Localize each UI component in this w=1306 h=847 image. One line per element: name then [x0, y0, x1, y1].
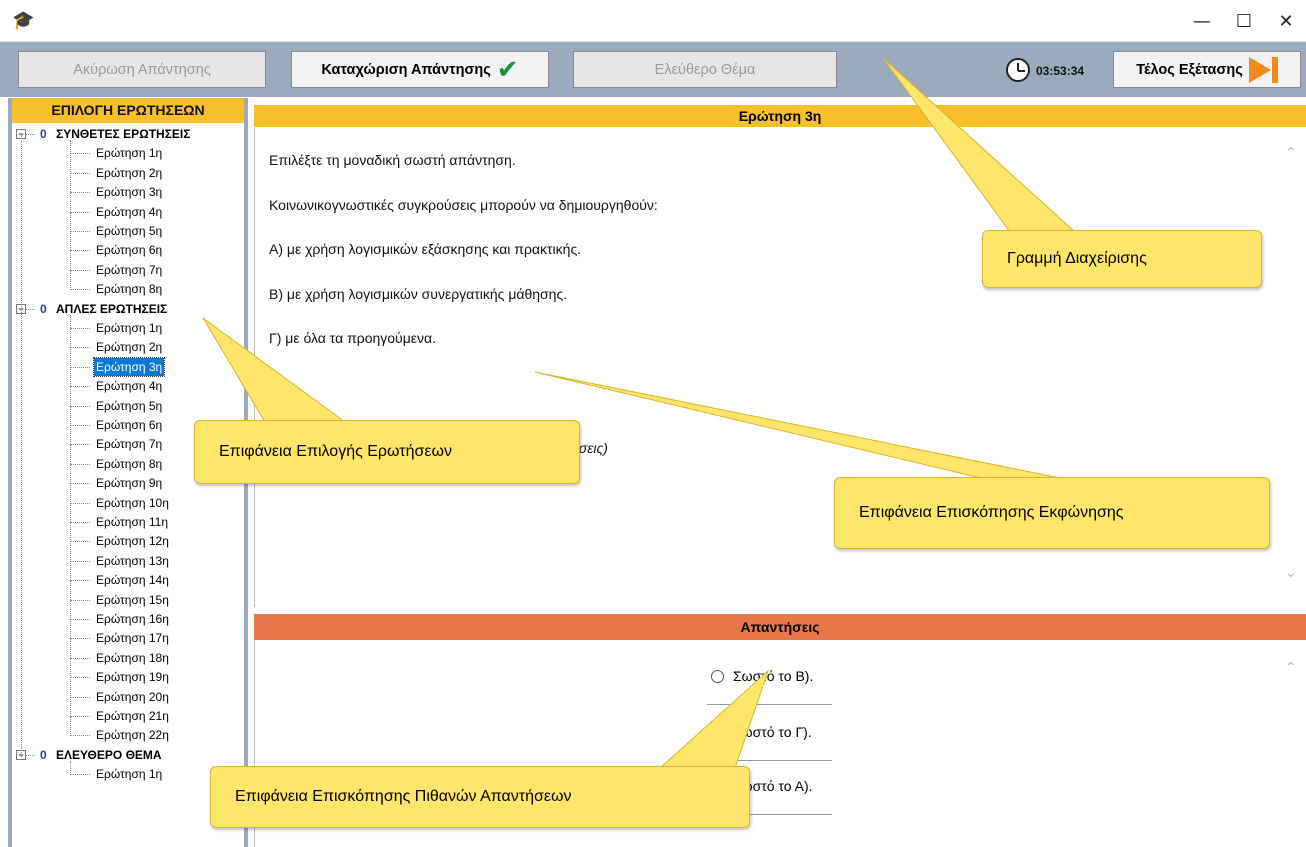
statement-pointer	[534, 371, 1066, 480]
callout-text: Γραμμή Διαχείρισης	[1007, 250, 1147, 267]
callout-text: Επιφάνεια Επισκόπησης Πιθανών Απαντήσεων	[235, 788, 572, 805]
admin-bar-callout: Γραμμή Διαχείρισης	[982, 230, 1262, 288]
selection-pointer	[202, 317, 347, 423]
answers-pointer	[658, 669, 770, 769]
question-selection-callout: Επιφάνεια Επιλογής Ερωτήσεων	[194, 420, 580, 484]
admin-bar-pointer	[882, 57, 1077, 233]
callout-text: Επιφάνεια Επισκόπησης Εκφώνησης	[859, 504, 1124, 521]
answers-preview-callout: Επιφάνεια Επισκόπησης Πιθανών Απαντήσεων	[210, 766, 750, 828]
callout-text: Επιφάνεια Επιλογής Ερωτήσεων	[219, 443, 453, 460]
statement-preview-callout: Επιφάνεια Επισκόπησης Εκφώνησης	[834, 477, 1270, 549]
